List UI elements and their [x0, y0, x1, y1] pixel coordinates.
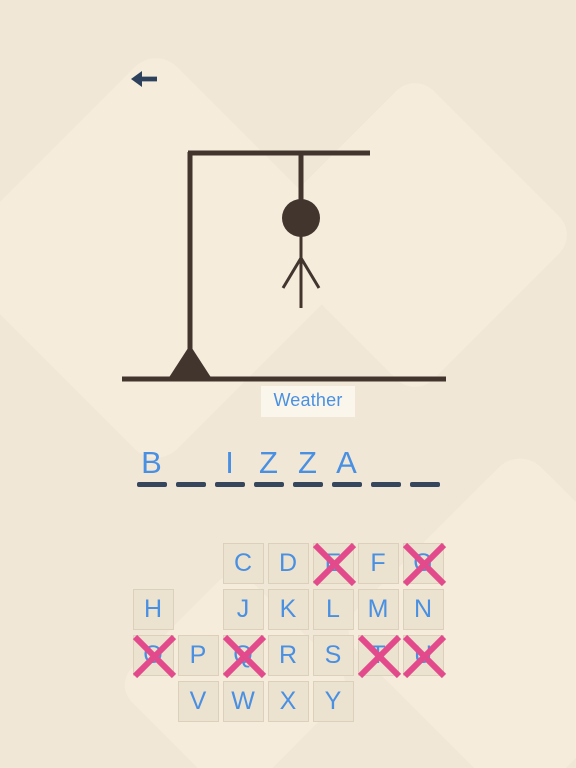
word-letter: Z [259, 445, 278, 480]
keyboard-key-l[interactable]: L [312, 589, 354, 630]
keyboard-key-placeholder [133, 681, 174, 722]
keyboard-key-placeholder [358, 681, 399, 722]
word-letter: B [141, 445, 162, 480]
keyboard-row: VWXY [133, 681, 444, 722]
keyboard-key-label: L [326, 595, 340, 623]
word-slot [370, 446, 401, 487]
word-letter-hidden [381, 446, 390, 479]
word-slot-dash [136, 482, 167, 487]
keyboard-key-t: T [357, 634, 401, 679]
word-slot [409, 446, 440, 487]
keyboard-key-s[interactable]: S [312, 635, 354, 676]
keyboard-key-g: G [402, 542, 446, 587]
hangman-right-arm [299, 257, 321, 289]
keyboard-key-placeholder [178, 589, 219, 630]
keyboard-key-e: E [312, 542, 356, 587]
word-letter: Z [298, 445, 317, 480]
keyboard-key-label: J [236, 595, 250, 623]
word-slot-dash [253, 482, 284, 487]
word-letter-hidden [186, 446, 195, 479]
keyboard-key-label: Y [324, 687, 342, 715]
keyboard-key-d[interactable]: D [267, 543, 309, 584]
word-letter-hidden [420, 446, 429, 479]
keyboard-key-label: K [279, 595, 297, 623]
keyboard-key-label: P [189, 641, 207, 669]
keyboard-key-label: Q [233, 641, 253, 669]
gallows-base [168, 345, 212, 379]
keyboard-key-label: E [324, 549, 342, 577]
keyboard-key-q: Q [222, 634, 266, 679]
keyboard-key-label: S [324, 641, 342, 669]
hangman-figure [0, 0, 576, 430]
keyboard-key-label: D [278, 549, 298, 577]
word-slot-dash [409, 482, 440, 487]
keyboard-key-label: W [231, 687, 255, 715]
word-slot-dash [370, 482, 401, 487]
word-letter: I [225, 445, 234, 480]
keyboard-key-o: O [132, 634, 176, 679]
keyboard-key-p[interactable]: P [177, 635, 219, 676]
category-label: Weather [273, 390, 343, 410]
keyboard-key-u: U [402, 634, 446, 679]
keyboard-key-v[interactable]: V [177, 681, 219, 722]
keyboard-key-j[interactable]: J [222, 589, 264, 630]
keyboard-key-placeholder [133, 543, 174, 584]
category-badge: Weather [261, 386, 355, 417]
word-slot-dash [331, 482, 362, 487]
word-slot-dash [175, 482, 206, 487]
keyboard-key-label: H [143, 595, 163, 623]
keyboard-key-placeholder [403, 681, 444, 722]
keyboard-key-w[interactable]: W [222, 681, 264, 722]
keyboard-key-label: G [413, 549, 433, 577]
word-letter: A [336, 445, 357, 480]
word-slot: A [331, 445, 362, 487]
word-slot-dash [292, 482, 323, 487]
hangman-game-screen: Weather B IZZA CDEFGHJKLMNOPQRSTUVWXY [0, 0, 576, 768]
keyboard-key-label: U [413, 641, 433, 669]
keyboard-key-label: V [189, 687, 207, 715]
keyboard-key-label: R [278, 641, 298, 669]
keyboard-row: CDEFG [133, 542, 446, 587]
keyboard-key-label: N [413, 595, 433, 623]
keyboard-key-r[interactable]: R [267, 635, 309, 676]
word-slot: B [136, 445, 167, 487]
keyboard-key-x[interactable]: X [267, 681, 309, 722]
keyboard-row: H J K LMN [132, 589, 444, 630]
keyboard-row: OPQRSTU [132, 634, 446, 679]
keyboard-key-f[interactable]: F [357, 543, 399, 584]
keyboard-key-h[interactable]: H [132, 589, 174, 630]
keyboard-key-label: O [143, 641, 163, 669]
letter-keyboard: CDEFGHJKLMNOPQRSTUVWXY [0, 542, 576, 722]
word-puzzle: B IZZA [0, 446, 576, 487]
keyboard-key-label: M [367, 595, 389, 623]
keyboard-key-n[interactable]: N [402, 589, 444, 630]
word-slot-dash [214, 482, 245, 487]
word-slot: I [214, 445, 245, 487]
keyboard-key-y[interactable]: Y [312, 681, 354, 722]
hangman-left-arm [281, 257, 303, 289]
keyboard-key-label: T [370, 641, 386, 669]
keyboard-key-placeholder [178, 543, 219, 584]
hangman-head [282, 199, 320, 237]
word-slot: Z [292, 445, 323, 487]
keyboard-key-c[interactable]: C [222, 543, 264, 584]
keyboard-key-m[interactable]: M [357, 589, 399, 630]
keyboard-key-label: F [370, 549, 386, 577]
keyboard-key-label: C [233, 549, 253, 577]
word-slot [175, 446, 206, 487]
keyboard-key-label: X [279, 687, 297, 715]
keyboard-key-k[interactable]: K [267, 589, 309, 630]
word-slot: Z [253, 445, 284, 487]
